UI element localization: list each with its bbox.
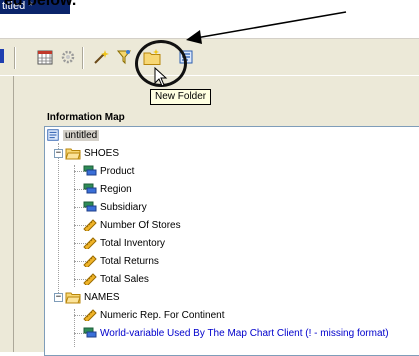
- mouse-cursor-icon: [154, 67, 168, 87]
- annotation-arrow-icon: [186, 11, 347, 44]
- caption-text: ed below.: [4, 0, 77, 9]
- tooltip: New Folder: [150, 89, 212, 105]
